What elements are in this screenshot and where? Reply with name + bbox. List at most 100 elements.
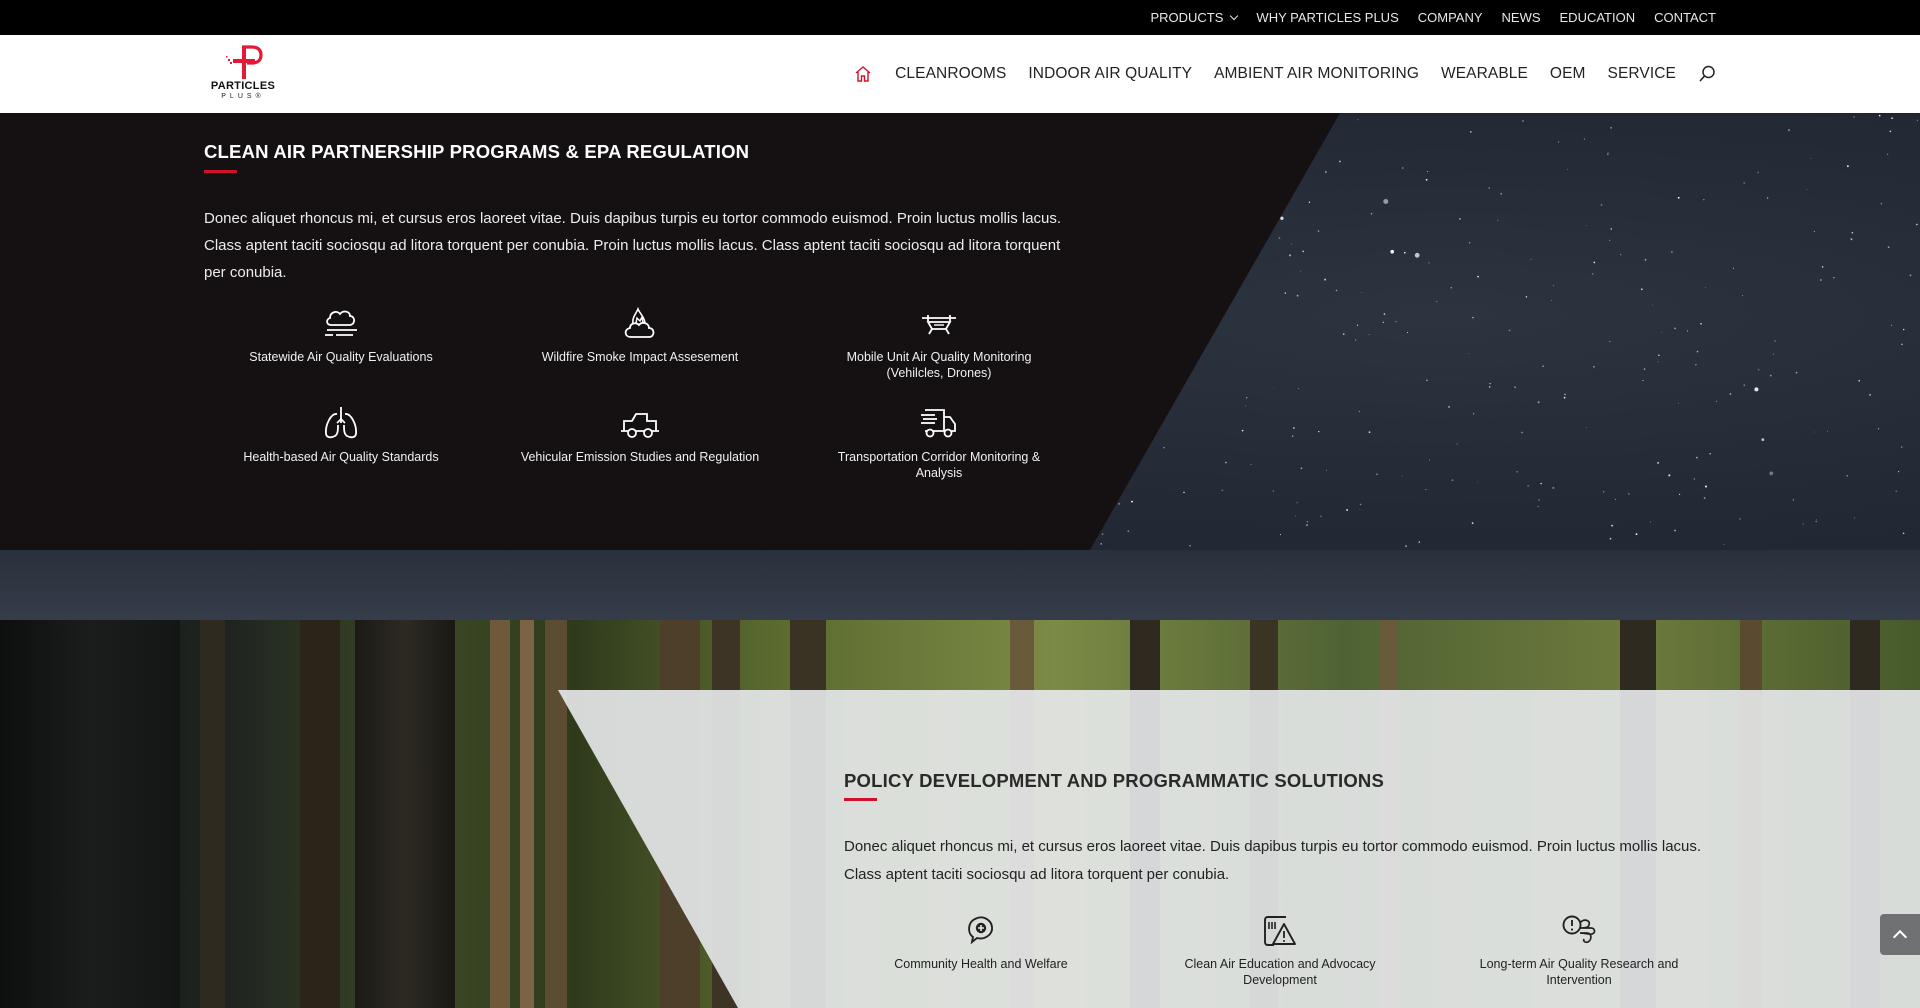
star — [1564, 393, 1566, 396]
star — [1550, 300, 1552, 301]
title-underline — [204, 170, 237, 173]
star — [1851, 232, 1854, 234]
nav-cleanrooms[interactable]: CLEANROOMS — [895, 65, 1006, 83]
star — [1869, 394, 1871, 396]
logo-mark-icon — [226, 45, 263, 79]
star — [1614, 498, 1616, 500]
nav-wearable[interactable]: WEARABLE — [1441, 65, 1528, 83]
main-nav: CLEANROOMS INDOOR AIR QUALITY AMBIENT AI… — [853, 35, 1716, 113]
star — [1650, 521, 1652, 523]
star — [1833, 277, 1835, 279]
nav-indoor-air-quality[interactable]: INDOOR AIR QUALITY — [1028, 65, 1192, 83]
star — [1739, 518, 1741, 520]
star — [1611, 524, 1614, 527]
star — [1300, 467, 1303, 470]
nav-service[interactable]: SERVICE — [1608, 65, 1676, 83]
star — [1552, 285, 1554, 287]
star — [1468, 242, 1471, 244]
star — [1298, 388, 1300, 390]
star — [1847, 165, 1849, 168]
star — [1451, 479, 1454, 481]
star — [1887, 153, 1889, 155]
star — [1280, 216, 1284, 220]
star — [1567, 168, 1569, 170]
star — [1522, 120, 1524, 122]
feature-vehicular-emission: Vehicular Emission Studies and Regulatio… — [520, 405, 760, 465]
star — [1723, 543, 1725, 545]
delivery-truck-icon — [921, 409, 956, 438]
star — [1538, 499, 1540, 501]
logo[interactable]: PARTICLES PLUS® — [207, 45, 279, 103]
star — [1814, 431, 1815, 433]
star — [1272, 387, 1274, 389]
star — [1118, 503, 1120, 505]
star — [1221, 489, 1224, 492]
star — [1368, 334, 1370, 335]
star — [1661, 331, 1663, 333]
star — [1916, 119, 1918, 121]
star — [1284, 292, 1287, 294]
star — [1489, 383, 1491, 385]
star — [1909, 274, 1912, 277]
feature-label: Community Health and Welfare — [894, 957, 1068, 971]
star — [1858, 379, 1861, 382]
star — [1469, 131, 1472, 133]
star — [1846, 475, 1848, 477]
star — [1696, 456, 1698, 459]
star — [1674, 327, 1676, 330]
star — [1318, 431, 1320, 433]
topnav-why-particles-plus[interactable]: WHY PARTICLES PLUS — [1256, 10, 1398, 25]
star — [1425, 489, 1427, 491]
star — [1600, 204, 1603, 206]
star — [1627, 492, 1630, 495]
star — [1900, 446, 1903, 448]
star — [1407, 331, 1408, 333]
star — [1806, 189, 1808, 190]
home-icon[interactable] — [853, 64, 873, 84]
star — [1527, 485, 1529, 487]
star — [1436, 301, 1438, 303]
star — [1643, 368, 1646, 370]
topnav-contact[interactable]: CONTACT — [1654, 10, 1716, 25]
star — [1425, 178, 1428, 181]
topnav-company[interactable]: COMPANY — [1418, 10, 1483, 25]
star — [1521, 431, 1523, 434]
star — [1602, 491, 1605, 493]
fire-smoke-icon — [624, 306, 655, 338]
topnav-products[interactable]: PRODUCTS — [1150, 10, 1239, 25]
star — [1355, 339, 1357, 341]
topnav-news[interactable]: NEWS — [1502, 10, 1541, 25]
star — [1361, 292, 1362, 293]
star — [1308, 201, 1311, 203]
forest-background — [0, 620, 180, 1008]
star — [1450, 287, 1452, 289]
topnav-products-label: PRODUCTS — [1150, 10, 1224, 25]
star — [1131, 500, 1133, 503]
star — [1583, 138, 1585, 140]
star — [1383, 313, 1386, 315]
star — [1610, 127, 1612, 129]
back-to-top-button[interactable] — [1880, 914, 1920, 955]
star — [1716, 400, 1718, 402]
topnav-education[interactable]: EDUCATION — [1560, 10, 1636, 25]
starfield-strip — [0, 550, 1920, 620]
star — [1787, 129, 1790, 132]
star — [1640, 288, 1643, 291]
star — [1401, 475, 1403, 477]
section-body: Donec aliquet rhoncus mi, et cursus eros… — [204, 210, 1062, 281]
star — [1516, 471, 1518, 473]
star — [1401, 167, 1404, 169]
nav-oem[interactable]: OEM — [1550, 65, 1586, 83]
nav-ambient-air-monitoring[interactable]: AMBIENT AIR MONITORING — [1214, 65, 1419, 83]
star — [1732, 267, 1734, 269]
star — [1279, 534, 1281, 536]
star — [1427, 171, 1429, 173]
search-icon[interactable] — [1698, 65, 1716, 83]
star — [1390, 249, 1394, 254]
star — [1671, 251, 1673, 253]
feature-health-based: Health-based Air Quality Standards — [221, 405, 461, 465]
star — [1325, 171, 1327, 173]
star — [1657, 461, 1660, 464]
star — [1802, 523, 1804, 525]
star — [1644, 258, 1647, 261]
